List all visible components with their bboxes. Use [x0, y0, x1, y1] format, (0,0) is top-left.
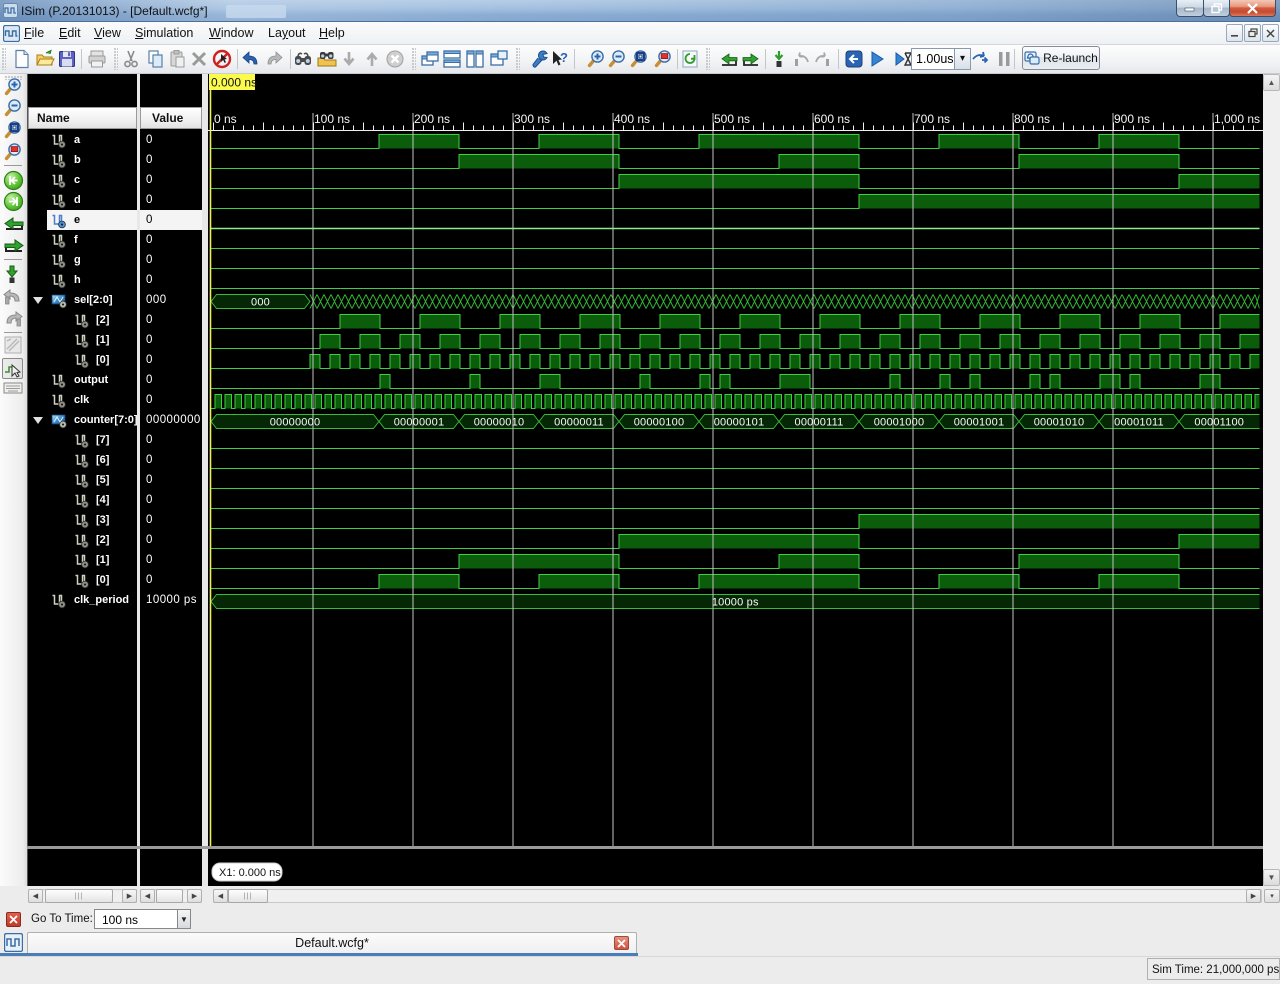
- svg-text:00000010: 00000010: [474, 417, 525, 429]
- svg-text:1,000 ns: 1,000 ns: [1214, 112, 1260, 126]
- svg-text:00001011: 00001011: [1114, 417, 1164, 429]
- svg-text:300 ns: 300 ns: [514, 112, 550, 126]
- svg-text:00000111: 00000111: [795, 417, 844, 429]
- svg-text:?: ?: [560, 50, 568, 65]
- svg-text:200 ns: 200 ns: [414, 112, 450, 126]
- svg-text:0 ns: 0 ns: [214, 112, 237, 126]
- svg-text:X1: 0.000 ns: X1: 0.000 ns: [219, 867, 281, 879]
- svg-text:900 ns: 900 ns: [1114, 112, 1150, 126]
- svg-text:700 ns: 700 ns: [914, 112, 950, 126]
- svg-text:00000001: 00000001: [394, 417, 445, 429]
- svg-text:00000011: 00000011: [554, 417, 604, 429]
- svg-text:500 ns: 500 ns: [714, 112, 750, 126]
- svg-text:000: 000: [251, 297, 270, 309]
- svg-text:10000 ps: 10000 ps: [712, 597, 759, 609]
- svg-text:00000100: 00000100: [634, 417, 685, 429]
- svg-text:400 ns: 400 ns: [614, 112, 650, 126]
- svg-text:00001000: 00001000: [874, 417, 925, 429]
- svg-text:00001010: 00001010: [1034, 417, 1085, 429]
- svg-text:00001100: 00001100: [1194, 417, 1244, 429]
- svg-text:100 ns: 100 ns: [314, 112, 350, 126]
- svg-text:00001001: 00001001: [954, 417, 1005, 429]
- svg-text:0.000 ns: 0.000 ns: [211, 76, 257, 90]
- svg-text:00000101: 00000101: [714, 417, 765, 429]
- svg-text:800 ns: 800 ns: [1014, 112, 1050, 126]
- svg-text:00000000: 00000000: [270, 417, 321, 429]
- svg-text:600 ns: 600 ns: [814, 112, 850, 126]
